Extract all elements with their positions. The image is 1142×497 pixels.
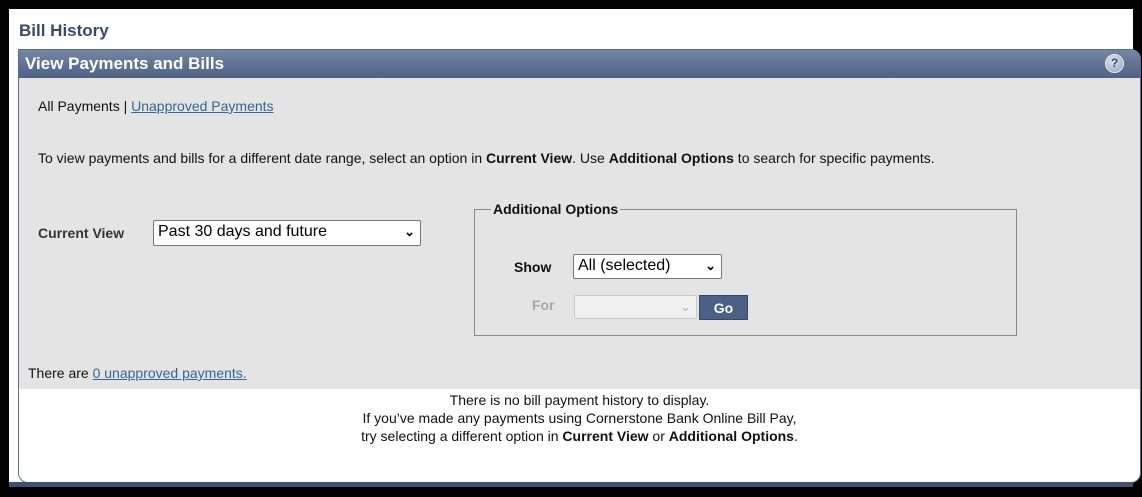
unapproved-payments-link[interactable]: 0 unapproved payments. xyxy=(93,365,247,381)
chevron-down-icon: ⌄ xyxy=(705,258,716,273)
show-value: All (selected) xyxy=(578,257,671,274)
instructions-additional-options: Additional Options xyxy=(608,150,734,166)
for-label: For xyxy=(532,297,555,313)
current-view-select[interactable]: Past 30 days and future ⌄ xyxy=(153,220,421,246)
empty-line-1: There is no bill payment history to disp… xyxy=(449,392,710,408)
instructions-part2: . Use xyxy=(572,150,609,166)
help-icon[interactable]: ? xyxy=(1105,54,1124,73)
empty-line-3-or: or xyxy=(648,428,669,444)
go-button[interactable]: Go xyxy=(699,295,748,320)
unapproved-prefix: There are xyxy=(28,365,93,381)
empty-line-3: try selecting a different option in Curr… xyxy=(19,427,1140,445)
empty-line-3-prefix: try selecting a different option in xyxy=(361,428,563,444)
current-view-label: Current View xyxy=(38,225,125,241)
additional-options-legend: Additional Options xyxy=(493,201,619,217)
for-select[interactable]: ⌄ xyxy=(574,295,697,319)
empty-line-2: If you’ve made any payments using Corner… xyxy=(362,410,797,426)
bottom-bar xyxy=(9,482,1133,487)
instructions-current-view: Current View xyxy=(486,150,573,166)
window-frame: Bill History View Payments and Bills ? A… xyxy=(9,9,1141,487)
empty-history-message: There is no bill payment history to disp… xyxy=(19,391,1140,445)
empty-line-3-additional: Additional Options xyxy=(668,428,794,444)
panel-title: View Payments and Bills xyxy=(25,54,225,73)
current-view-value: Past 30 days and future xyxy=(158,223,327,240)
instructions-part3: to search for specific payments. xyxy=(733,150,935,166)
panel-header: View Payments and Bills ? xyxy=(19,50,1140,78)
chevron-down-icon: ⌄ xyxy=(680,299,691,314)
payment-tabs: All Payments | Unapproved Payments xyxy=(38,98,274,114)
tab-all-payments: All Payments xyxy=(38,98,120,114)
instructions-text: To view payments and bills for a differe… xyxy=(38,150,1108,167)
show-label: Show xyxy=(514,259,552,275)
show-select[interactable]: All (selected) ⌄ xyxy=(573,254,722,279)
payments-panel: View Payments and Bills ? All Payments |… xyxy=(18,49,1141,483)
chevron-down-icon: ⌄ xyxy=(404,224,415,239)
tab-separator: | xyxy=(123,98,128,114)
tab-unapproved-payments[interactable]: Unapproved Payments xyxy=(131,98,273,114)
unapproved-summary: There are 0 unapproved payments. xyxy=(28,365,247,381)
empty-line-3-end: . xyxy=(793,428,798,444)
page-title: Bill History xyxy=(19,21,109,40)
instructions-part1: To view payments and bills for a differe… xyxy=(38,150,487,166)
empty-line-3-current-view: Current View xyxy=(562,428,649,444)
filter-area: All Payments | Unapproved Payments To vi… xyxy=(19,78,1140,389)
